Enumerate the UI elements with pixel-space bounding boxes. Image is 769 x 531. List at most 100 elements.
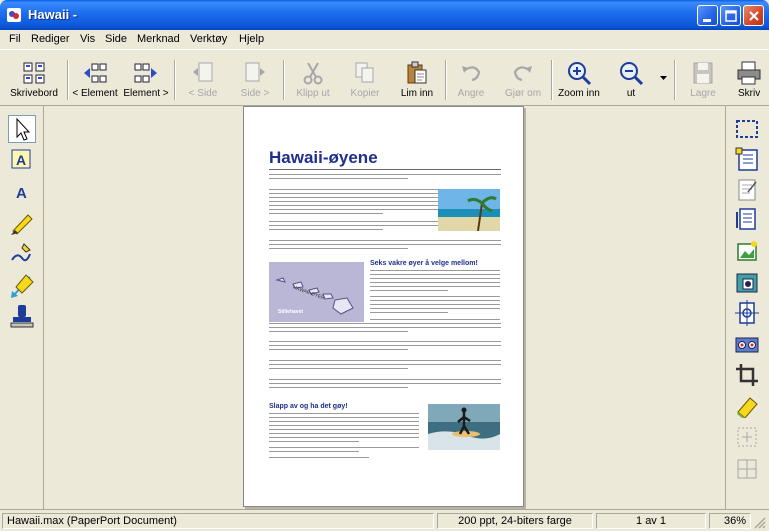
copy-button[interactable]: Kopier: [342, 56, 388, 102]
stamp-tool[interactable]: [8, 302, 36, 330]
toolbar-separator: [283, 60, 285, 100]
undo-label: Angre: [457, 88, 485, 99]
document-view-icon[interactable]: [734, 146, 760, 172]
right-tool-panel: [725, 106, 769, 509]
svg-text:A: A: [16, 185, 27, 202]
section-heading-2: Slapp av og ha det gøy!: [269, 403, 348, 410]
redo-icon: [513, 66, 532, 82]
resize-grip-icon[interactable]: [753, 516, 766, 529]
text-tool[interactable]: A: [8, 178, 36, 206]
undo-icon: [462, 66, 481, 82]
body-paragraph: [269, 360, 501, 372]
body-paragraph: [370, 296, 500, 316]
map-label-ocean: Stillehavet: [278, 309, 304, 315]
left-tool-panel: A A: [0, 106, 44, 509]
prev-element-icon: [84, 63, 107, 83]
menu-verktoy[interactable]: Verktøy: [190, 33, 227, 45]
select-area-icon[interactable]: [734, 116, 760, 142]
page-target-icon[interactable]: [734, 300, 760, 326]
eraser-icon[interactable]: [734, 392, 760, 418]
next-page-icon: [245, 62, 265, 82]
skrivebord-label: Skrivebord: [10, 88, 58, 99]
minimize-button[interactable]: [697, 5, 718, 26]
zoom-in-label: Zoom inn: [558, 88, 600, 99]
minimize-icon: [703, 19, 711, 22]
toolbar-separator: [174, 60, 176, 100]
next-element-icon: [134, 63, 157, 83]
paste-button[interactable]: Lim inn: [394, 56, 440, 102]
arrow-annotation-tool[interactable]: [8, 271, 36, 299]
next-page-button[interactable]: Side >: [232, 56, 278, 102]
cut-button[interactable]: Klipp ut: [290, 56, 336, 102]
zoom-dropdown-arrow-icon[interactable]: [660, 76, 668, 81]
surfer-photo: [428, 404, 500, 450]
copy-label: Kopier: [350, 88, 380, 99]
menu-merknad[interactable]: Merknad: [137, 33, 180, 45]
menu-side[interactable]: Side: [105, 33, 127, 45]
body-paragraph: [269, 323, 501, 335]
document-canvas[interactable]: Hawaii-øyene HAWAII-ØYER Stillehavet Sek…: [44, 106, 725, 509]
prev-element-button[interactable]: < Element: [70, 56, 120, 102]
menu-fil[interactable]: Fil: [9, 33, 21, 45]
prev-page-button[interactable]: < Side: [180, 56, 226, 102]
print-button[interactable]: Skriv: [735, 56, 769, 102]
menu-vis[interactable]: Vis: [80, 33, 95, 45]
text-annotation-tool[interactable]: A: [8, 146, 36, 174]
toolbar-separator: [67, 60, 69, 100]
close-button[interactable]: [743, 5, 764, 26]
body-paragraph: [269, 413, 419, 445]
floppy-disk-icon: [693, 62, 713, 84]
zoom-out-button[interactable]: ut: [612, 56, 650, 102]
document-title: Hawaii-øyene: [269, 148, 378, 167]
redo-label: Gjør om: [504, 88, 542, 99]
save-button[interactable]: Lagre: [680, 56, 726, 102]
paperport-app-icon[interactable]: [6, 7, 22, 23]
status-resolution: 200 ppt, 24-biters farge: [437, 513, 593, 529]
body-paragraph: [269, 221, 459, 233]
red-eye-icon[interactable]: [734, 332, 760, 358]
redo-button[interactable]: Gjør om: [500, 56, 546, 102]
arrow-pointer-icon: [16, 117, 31, 141]
select-tool[interactable]: [8, 115, 36, 143]
printer-icon: [737, 61, 761, 85]
toolbar-separator: [551, 60, 553, 100]
status-page: 1 av 1: [596, 513, 706, 529]
body-paragraph: [269, 457, 369, 461]
cut-label: Klipp ut: [296, 88, 330, 99]
zoom-in-button[interactable]: Zoom inn: [554, 56, 604, 102]
pen-icon: [11, 243, 31, 262]
straighten-icon[interactable]: [734, 424, 760, 450]
save-label: Lagre: [690, 88, 716, 99]
zoom-out-icon: [620, 62, 644, 86]
letter-a-icon: A: [16, 185, 27, 202]
title-bar: Hawaii -: [0, 0, 769, 30]
skrivebord-button[interactable]: Skrivebord: [4, 56, 64, 102]
crop-icon[interactable]: [734, 362, 760, 388]
maximize-button[interactable]: [720, 5, 741, 26]
stamp-icon: [10, 305, 34, 328]
undo-button[interactable]: Angre: [448, 56, 494, 102]
photo-enhance-icon[interactable]: [734, 270, 760, 296]
scan-photo-icon[interactable]: [734, 238, 760, 264]
copy-icon: [355, 62, 374, 83]
toolbar-separator: [674, 60, 676, 100]
body-paragraph: [269, 240, 501, 252]
toolbar-separator: [445, 60, 447, 100]
annotated-page-icon[interactable]: [734, 176, 760, 202]
highlighter-tool[interactable]: [8, 209, 36, 237]
grid-view-icon[interactable]: [734, 456, 760, 482]
next-element-button[interactable]: Element >: [122, 56, 170, 102]
text-box-icon: A: [11, 149, 31, 169]
freehand-pen-tool[interactable]: [8, 240, 36, 268]
maximize-icon: [725, 10, 737, 22]
menu-hjelp[interactable]: Hjelp: [239, 33, 264, 45]
menu-bar: Fil Rediger Vis Side Merknad Verktøy Hje…: [0, 30, 769, 49]
page-list-icon[interactable]: [734, 206, 760, 232]
document-page[interactable]: Hawaii-øyene HAWAII-ØYER Stillehavet Sek…: [243, 106, 524, 507]
window-title: Hawaii -: [28, 7, 78, 22]
beach-photo: [438, 189, 500, 231]
menu-rediger[interactable]: Rediger: [31, 33, 70, 45]
body-paragraph: [269, 341, 501, 353]
paste-label: Lim inn: [400, 88, 434, 99]
zoom-out-label: ut: [626, 88, 636, 99]
